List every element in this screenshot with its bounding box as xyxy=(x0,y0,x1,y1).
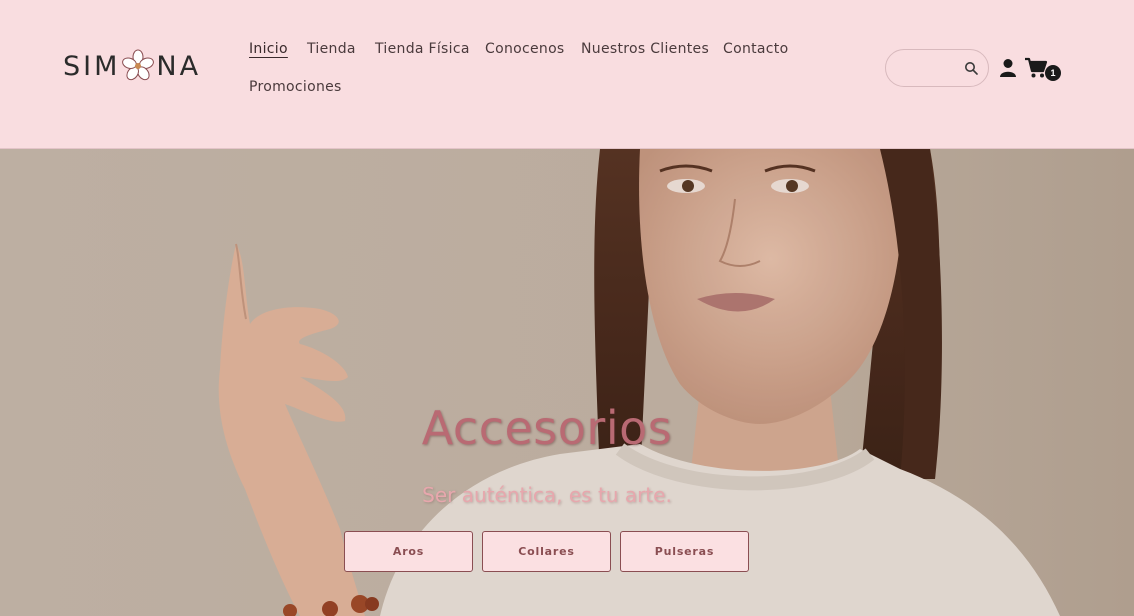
cart-count-badge: 1 xyxy=(1045,65,1061,81)
user-icon[interactable] xyxy=(999,58,1017,78)
cart-icon xyxy=(1025,57,1048,78)
nav-item-contacto[interactable]: Contacto xyxy=(723,41,788,57)
logo-text-right: NA xyxy=(156,50,202,82)
nav-item-tienda[interactable]: Tienda xyxy=(307,41,356,57)
search-input[interactable] xyxy=(898,58,962,80)
logo[interactable]: SIM NA xyxy=(63,49,201,83)
nav-item-promociones[interactable]: Promociones xyxy=(249,79,342,95)
search-box xyxy=(885,49,989,87)
hero-banner: Accesorios Ser auténtica, es tu arte. Ar… xyxy=(0,149,1134,616)
hero-title: Accesorios xyxy=(421,401,673,455)
flower-icon xyxy=(122,49,155,81)
cart-button[interactable]: 1 xyxy=(1024,57,1064,83)
nav-item-tienda-fisica[interactable]: Tienda Física xyxy=(375,41,470,57)
search-icon[interactable] xyxy=(964,61,978,75)
nav-item-conocenos[interactable]: Conocenos xyxy=(485,41,565,57)
aros-button[interactable]: Aros xyxy=(344,531,473,572)
hero-subtitle: Ser auténtica, es tu arte. xyxy=(422,483,672,507)
nav-item-inicio[interactable]: Inicio xyxy=(249,41,288,57)
nav-item-nuestros-clientes[interactable]: Nuestros Clientes xyxy=(581,41,709,57)
site-header: SIM NA Inicio Tienda Tienda Física Conoc… xyxy=(0,0,1134,149)
pulseras-button[interactable]: Pulseras xyxy=(620,531,749,572)
collares-button[interactable]: Collares xyxy=(482,531,611,572)
logo-text-left: SIM xyxy=(63,50,121,82)
